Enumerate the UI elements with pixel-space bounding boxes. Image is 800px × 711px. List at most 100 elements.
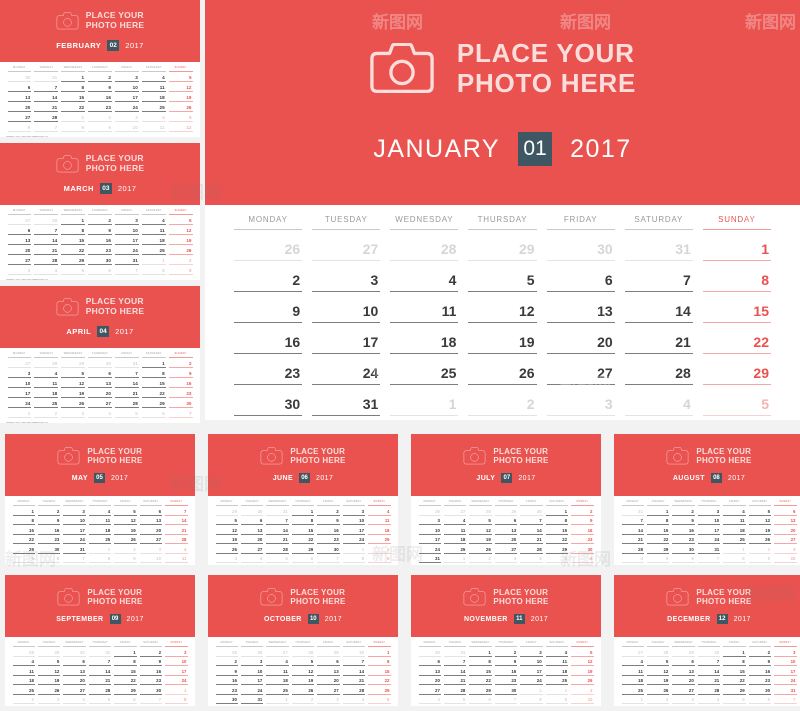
day-cell[interactable]: 8 <box>165 696 188 704</box>
day-cell[interactable]: 26 <box>469 546 492 554</box>
day-cell[interactable]: 7 <box>34 84 59 92</box>
day-cell[interactable]: 5 <box>443 696 467 704</box>
day-cell[interactable]: 17 <box>697 527 721 535</box>
day-cell[interactable]: 24 <box>520 677 543 685</box>
day-cell[interactable]: 18 <box>88 527 112 535</box>
day-cell[interactable]: 4 <box>443 517 467 525</box>
day-cell[interactable]: 9 <box>317 517 340 525</box>
day-cell[interactable]: 16 <box>672 527 695 535</box>
day-cell[interactable]: 2 <box>545 687 569 695</box>
day-cell[interactable]: 3 <box>317 696 340 704</box>
day-cell[interactable]: 25 <box>215 649 238 657</box>
day-cell[interactable]: 10 <box>139 555 163 563</box>
day-cell[interactable]: 27 <box>7 114 32 122</box>
day-cell[interactable]: 18 <box>443 536 467 544</box>
day-cell[interactable]: 17 <box>520 668 543 676</box>
day-cell[interactable]: 9 <box>571 517 594 525</box>
day-cell[interactable]: 19 <box>468 330 537 354</box>
day-cell[interactable]: 28 <box>646 649 670 657</box>
day-cell[interactable]: 4 <box>621 658 644 666</box>
day-cell[interactable]: 22 <box>723 677 746 685</box>
day-cell[interactable]: 14 <box>34 237 59 245</box>
day-cell[interactable]: 30 <box>672 546 695 554</box>
day-cell[interactable]: 21 <box>114 390 139 398</box>
day-cell[interactable]: 31 <box>114 360 139 368</box>
day-cell[interactable]: 9 <box>168 370 193 378</box>
day-cell[interactable]: 25 <box>88 536 112 544</box>
day-cell[interactable]: 6 <box>88 370 112 378</box>
day-cell[interactable]: 1 <box>165 687 188 695</box>
day-cell[interactable]: 10 <box>774 658 797 666</box>
day-cell[interactable]: 30 <box>88 257 112 265</box>
day-cell[interactable]: 6 <box>139 508 163 516</box>
day-cell[interactable]: 2 <box>291 696 315 704</box>
day-cell[interactable]: 3 <box>418 517 441 525</box>
day-cell[interactable]: 8 <box>12 517 35 525</box>
day-cell[interactable]: 7 <box>520 517 543 525</box>
day-cell[interactable]: 7 <box>63 555 86 563</box>
day-cell[interactable]: 1 <box>646 508 670 516</box>
day-cell[interactable]: 12 <box>61 380 86 388</box>
day-cell[interactable]: 30 <box>418 649 441 657</box>
day-cell[interactable]: 24 <box>165 677 188 685</box>
month-panel-apr[interactable]: PLACE YOUR PHOTO HERE APRIL 04 2017 MONDAY TUE… <box>0 286 200 423</box>
day-cell[interactable]: 10 <box>342 517 366 525</box>
day-cell[interactable]: 13 <box>418 668 441 676</box>
day-cell[interactable]: 1 <box>266 696 289 704</box>
day-cell[interactable]: 4 <box>390 268 459 292</box>
day-cell[interactable]: 28 <box>165 536 188 544</box>
day-cell[interactable]: 15 <box>545 527 569 535</box>
day-cell[interactable]: 12 <box>215 527 238 535</box>
day-cell[interactable]: 29 <box>702 361 771 385</box>
day-cell[interactable]: 26 <box>291 687 315 695</box>
day-cell[interactable]: 23 <box>88 247 112 255</box>
day-cell[interactable]: 21 <box>34 247 59 255</box>
day-cell[interactable]: 3 <box>139 546 163 554</box>
day-cell[interactable]: 2 <box>234 268 303 292</box>
day-cell[interactable]: 10 <box>165 658 188 666</box>
day-cell[interactable]: 1 <box>291 508 315 516</box>
day-cell[interactable]: 23 <box>139 677 163 685</box>
day-cell[interactable]: 8 <box>723 658 746 666</box>
day-cell[interactable]: 10 <box>240 668 264 676</box>
day-cell[interactable]: 25 <box>368 536 391 544</box>
day-cell[interactable]: 29 <box>114 687 137 695</box>
day-cell[interactable]: 6 <box>672 555 695 563</box>
day-cell[interactable]: 23 <box>215 687 238 695</box>
day-cell[interactable]: 7 <box>34 124 59 132</box>
day-cell[interactable]: 5 <box>291 658 315 666</box>
day-cell[interactable]: 2 <box>494 649 518 657</box>
day-cell[interactable]: 10 <box>418 527 441 535</box>
day-cell[interactable]: 16 <box>168 380 193 388</box>
day-cell[interactable]: 12 <box>646 668 670 676</box>
day-cell[interactable]: 18 <box>266 677 289 685</box>
day-cell[interactable]: 17 <box>418 536 441 544</box>
month-panel-jan[interactable]: PLACE YOUR PHOTO HERE JANUARY 01 2017 MONDAY T… <box>205 0 800 420</box>
day-cell[interactable]: 1 <box>723 649 746 657</box>
day-cell[interactable]: 30 <box>7 74 32 82</box>
day-cell[interactable]: 21 <box>88 677 112 685</box>
day-cell[interactable]: 10 <box>697 517 721 525</box>
month-panel-mar[interactable]: PLACE YOUR PHOTO HERE MARCH 03 2017 MONDAY TUE… <box>0 143 200 280</box>
day-cell[interactable]: 5 <box>646 658 670 666</box>
day-cell[interactable]: 4 <box>34 370 59 378</box>
day-cell[interactable]: 6 <box>494 517 518 525</box>
day-cell[interactable]: 20 <box>317 677 340 685</box>
day-cell[interactable]: 2 <box>168 257 193 265</box>
day-cell[interactable]: 26 <box>234 237 303 261</box>
day-cell[interactable]: 9 <box>748 658 772 666</box>
day-cell[interactable]: 6 <box>418 658 441 666</box>
day-cell[interactable]: 13 <box>317 668 340 676</box>
day-cell[interactable]: 1 <box>443 555 467 563</box>
day-cell[interactable]: 4 <box>63 696 86 704</box>
day-cell[interactable]: 24 <box>418 546 441 554</box>
day-cell[interactable]: 7 <box>494 696 518 704</box>
day-cell[interactable]: 26 <box>168 104 193 112</box>
day-cell[interactable]: 31 <box>624 237 693 261</box>
day-cell[interactable]: 21 <box>443 677 467 685</box>
day-cell[interactable]: 12 <box>168 227 193 235</box>
day-cell[interactable]: 29 <box>291 546 315 554</box>
day-cell[interactable]: 1 <box>114 649 137 657</box>
day-cell[interactable]: 17 <box>165 668 188 676</box>
day-cell[interactable]: 9 <box>88 84 112 92</box>
